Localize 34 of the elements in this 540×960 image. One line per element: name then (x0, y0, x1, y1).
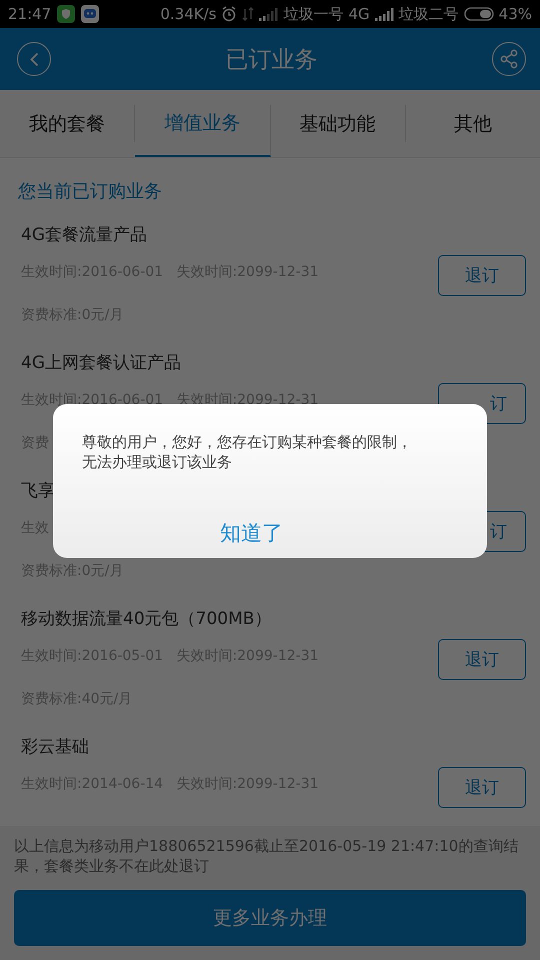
tab[interactable]: 基础功能 (270, 105, 406, 142)
network-type: 4G (348, 5, 370, 23)
unsubscribe-button[interactable]: 退订 (438, 255, 526, 296)
unsubscribe-button[interactable]: 退订 (438, 767, 526, 808)
battery-level: 43% (498, 5, 532, 23)
dialog-message: 尊敬的用户，您好，您存在订购某种套餐的限制，无法办理或退订该业务 (82, 432, 413, 472)
share-button[interactable] (492, 42, 526, 76)
tab[interactable]: 我的套餐 (0, 105, 136, 142)
info-note: 以上信息为移动用户18806521596截止至2016-05-19 21:47:10的查询结果，套餐类业务不在此处退订 (14, 836, 520, 876)
battery-icon (464, 7, 494, 21)
signal-icon (259, 8, 278, 20)
back-button[interactable] (17, 42, 51, 76)
shield-app-icon (57, 5, 76, 23)
alarm-icon (221, 6, 238, 22)
service-name: 彩云基础 (21, 736, 89, 759)
page-title: 已订业务 (226, 46, 318, 74)
network-speed: 0.34K/s (160, 5, 216, 23)
clock: 21:47 (8, 5, 52, 23)
more-services-button[interactable]: 更多业务办理 (14, 890, 526, 946)
unsubscribe-button[interactable]: 退订 (438, 639, 526, 680)
service-name: 4G上网套餐认证产品 (21, 352, 181, 375)
service-name: 移动数据流量40元包（700MB） (21, 608, 272, 631)
service-name: 4G套餐流量产品 (21, 224, 147, 247)
tab[interactable]: 其他 (406, 105, 540, 142)
chat-app-icon (81, 5, 100, 23)
signal-icon (374, 8, 394, 20)
back-icon (30, 52, 38, 66)
service-name: 飞享 (21, 480, 55, 503)
carrier-name: 垃圾一号 (283, 4, 344, 24)
data-arrows-icon (242, 7, 254, 21)
share-icon (498, 48, 520, 70)
ok-button[interactable]: 知道了 (214, 518, 289, 548)
section-title: 您当前已订购业务 (17, 180, 163, 204)
carrier-name: 垃圾二号 (398, 4, 459, 24)
